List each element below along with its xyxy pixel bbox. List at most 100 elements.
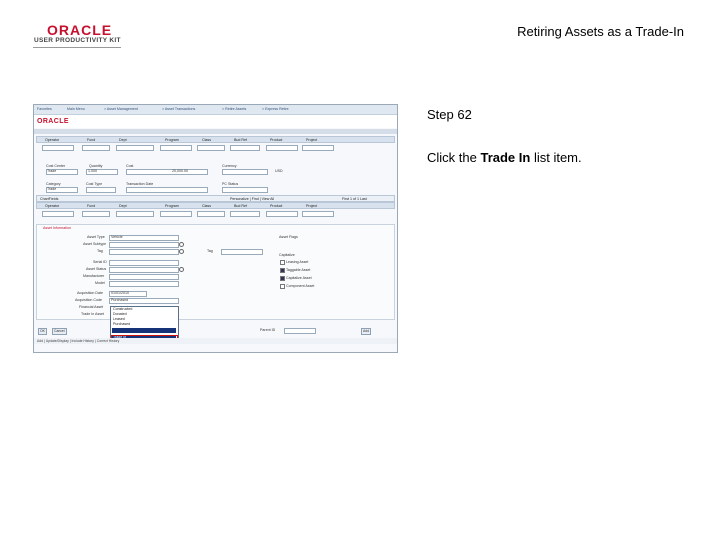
field-label: Acquisition Date [77,291,103,295]
breadcrumb-bar: Favorites Main Menu > Asset Management >… [34,105,397,115]
field-label: Tag [207,249,213,253]
divider-strip [34,129,397,134]
chartfields-personalize[interactable]: Personalize | Find | View All [230,197,274,201]
lookup-icon[interactable] [179,267,184,272]
chartfield-input[interactable] [302,211,334,217]
col-header: Program [165,137,179,142]
chartfield-input[interactable] [42,211,74,217]
chartfield-input[interactable] [197,145,225,151]
chartfield-input[interactable] [160,145,192,151]
col-header: Class [202,203,211,208]
chartfield-input[interactable] [160,211,192,217]
chartfield-input[interactable] [230,145,260,151]
logo-product: USER PRODUCTIVITY KIT [34,37,121,44]
field-label: Component Asset [286,284,315,288]
col-header: Dept [119,203,127,208]
field-label: Asset Type [87,235,105,239]
component-asset-checkbox[interactable] [280,284,285,289]
chartfields-paging[interactable]: First 1 of 1 Last [342,197,367,201]
field-label: Financial Asset [79,305,104,309]
field-label: Model [95,281,105,285]
chartfield-input[interactable] [230,211,260,217]
field-label: Quantity [89,164,103,168]
step-instruction: Click the Trade In list item. [427,150,582,165]
chartfields-label: ChartFields [40,196,59,201]
field-label: Asset Subtype [83,242,107,246]
serial-id-input[interactable] [109,260,179,266]
col-header: Project [306,137,318,142]
field-label: Cost Center [46,164,66,168]
parent-id-label: Parent ID [260,328,276,332]
chartfield-input[interactable] [197,211,225,217]
chartfield-header-row: Operator Fund Dept Program Class Bud Ref… [36,136,395,143]
chartfield-input[interactable] [266,145,298,151]
manufacturer-input[interactable] [109,274,179,280]
breadcrumb-item[interactable]: Favorites [37,107,52,111]
chartfield-header-row-2: Operator Fund Dept Program Class Bud Ref… [36,202,395,209]
add-button[interactable]: Add [361,328,372,335]
breadcrumb-item[interactable]: > Express Retire [262,107,289,111]
chartfield-input[interactable] [116,211,154,217]
breadcrumb-item[interactable]: > Asset Transactions [162,107,195,111]
field-label: Cost Type [86,182,103,186]
acquisition-code-value: Purchased [111,298,129,302]
chartfield-input[interactable] [82,145,110,151]
field-value: Trade [47,169,57,173]
chartfield-input[interactable] [82,211,110,217]
breadcrumb-item[interactable]: > Asset Management [104,107,138,111]
lookup-icon[interactable] [179,242,184,247]
model-input[interactable] [109,281,179,287]
transaction-date-input[interactable] [126,187,208,193]
oracle-upk-logo: ORACLE USER PRODUCTIVITY KIT [33,22,123,48]
taggable-asset-checkbox[interactable] [280,268,285,273]
acquisition-date-value: 01/01/2010 [111,291,129,295]
tag-field[interactable] [221,249,263,255]
col-header: Product [270,203,283,208]
asset-section-title: Asset Information [43,226,71,230]
col-header: Operator [45,137,60,142]
pc-status-input[interactable] [222,187,268,193]
field-label: Category [46,182,61,186]
asset-status-input[interactable] [109,267,179,273]
breadcrumb-item[interactable]: > Retire Assets [222,107,246,111]
col-header: Operator [45,203,60,208]
footer-actions: Add | Update/Display | Include History |… [34,338,397,344]
tag-input[interactable] [109,249,179,255]
asset-type-value: Vehicle [111,235,123,239]
field-label: Tag [97,249,103,253]
field-label: Leasing Asset [286,260,309,264]
ok-button[interactable]: OK [38,328,47,335]
chartfield-input[interactable] [302,145,334,151]
field-label: Currency [222,164,237,168]
dropdown-item-purchased[interactable]: Purchased [112,322,176,327]
field-label: Asset Status [86,267,107,271]
chartfield-input[interactable] [42,145,74,151]
parent-id-input[interactable] [284,328,316,334]
breadcrumb-item[interactable]: Main Menu [67,107,85,111]
field-label: Acquisition Code [75,298,102,302]
cost-type-input[interactable] [86,187,116,193]
chartfield-input[interactable] [266,211,298,217]
field-label: Taggable Asset [286,268,311,272]
action-bar: OK Cancel Parent ID Add [38,328,393,335]
instruction-prefix: Click the [427,150,481,165]
currency-input[interactable] [222,169,268,175]
logo-brand: ORACLE [47,22,113,38]
footer-links[interactable]: Add | Update/Display | Include History |… [37,339,119,343]
field-value: 1.000 [88,169,97,173]
col-header: Project [306,203,318,208]
field-label: Serial ID [93,260,107,264]
field-label: Capitalize [279,253,295,257]
cancel-button[interactable]: Cancel [52,328,67,335]
leasing-asset-checkbox[interactable] [280,260,285,265]
acquisition-code-dropdown[interactable]: Constructed Donated Leased Purchased Tra… [110,306,179,342]
col-header: Product [270,137,283,142]
capitalize-asset-checkbox[interactable] [280,276,285,281]
lookup-icon[interactable] [179,249,184,254]
field-value: Trade [47,187,57,191]
field-label: Cost [126,164,134,168]
asset-subtype-input[interactable] [109,242,179,248]
chartfield-input[interactable] [116,145,154,151]
field-label: Asset Flags [279,235,298,239]
cost-input[interactable] [126,169,208,175]
